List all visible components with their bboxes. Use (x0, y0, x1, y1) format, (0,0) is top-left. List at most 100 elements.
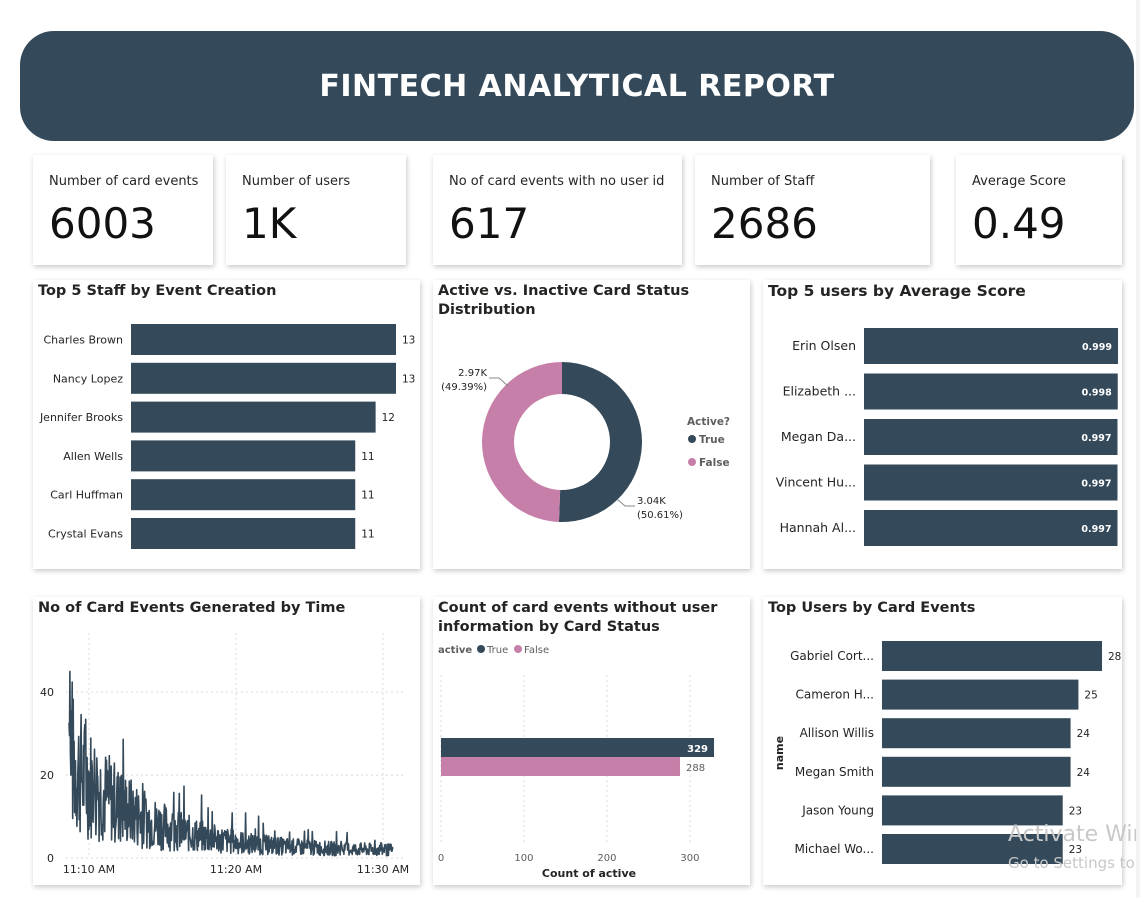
data-label-pct: (50.61%) (637, 510, 683, 521)
category-label: Nancy Lopez (53, 372, 123, 385)
data-label: 24 (1077, 728, 1091, 740)
kpi-value: 0.49 (972, 199, 1066, 248)
legend-marker (688, 435, 696, 443)
kpi-card-staff[interactable]: Number of Staff 2686 (695, 155, 930, 265)
bar (131, 401, 376, 433)
bar (882, 641, 1102, 671)
y-axis-title: name (773, 736, 786, 770)
no-user-by-status-bar-chart: active True False 0 100 200 300 329 288 Count of … (438, 645, 714, 880)
data-label: 13 (402, 335, 415, 347)
data-label: 0.997 (1081, 433, 1111, 444)
bar (131, 479, 356, 511)
bar (882, 679, 1079, 710)
data-label: 2.97K (458, 368, 487, 379)
legend-marker (688, 458, 696, 466)
category-label: Erin Olsen (792, 338, 856, 353)
kpi-value: 617 (449, 199, 530, 248)
events-by-time-line-chart: 0 20 40 11:10 AM 11:20 AM 11:30 AM (40, 633, 409, 876)
data-label: 11 (361, 490, 374, 502)
x-tick-label: 300 (680, 853, 699, 864)
x-tick-label: 11:20 AM (210, 863, 262, 876)
x-tick-label: 11:30 AM (357, 863, 409, 876)
data-label: 13 (402, 373, 415, 385)
donut-slice-true (558, 362, 643, 522)
bar-false (441, 757, 680, 776)
legend-marker (477, 645, 485, 653)
data-label: 23 (1069, 805, 1082, 817)
legend-label: False (699, 457, 730, 469)
bar (864, 373, 1118, 410)
top-users-score-bar-chart: Erin Olsen 0.999 Elizabeth ... 0.998 Megan D… (776, 328, 1118, 546)
bar (882, 756, 1071, 787)
category-label: Hannah Al... (780, 520, 856, 535)
kpi-card-users[interactable]: Number of users 1K (226, 155, 406, 265)
y-tick-label: 0 (47, 852, 54, 865)
bar (131, 362, 396, 394)
visual-top-staff[interactable]: Top 5 Staff by Event Creation Charles Br… (33, 280, 420, 569)
bar (882, 718, 1071, 749)
data-label: 0.997 (1081, 524, 1111, 535)
category-label: Megan Da... (781, 429, 856, 444)
bar (864, 328, 1118, 364)
leader-line (489, 377, 509, 387)
kpi-value: 2686 (711, 199, 818, 248)
kpi-card-no-user-id[interactable]: No of card events with no user id 617 (433, 155, 682, 265)
report-title: FINTECH ANALYTICAL REPORT (319, 68, 835, 104)
report-header: FINTECH ANALYTICAL REPORT (20, 31, 1134, 141)
visual-top-users-score[interactable]: Top 5 users by Average Score Erin Olsen 0… (763, 280, 1122, 569)
category-label: Elizabeth ... (783, 384, 856, 399)
legend-label: True (486, 645, 508, 656)
bar (864, 419, 1118, 455)
legend-title: active (438, 645, 472, 656)
bar (131, 324, 396, 355)
activate-windows-hint: Go to Settings to (1008, 854, 1135, 872)
series-line (68, 670, 394, 857)
visual-active-status[interactable]: Active vs. Inactive Card Status Distribu… (433, 280, 750, 569)
kpi-label: Number of users (242, 174, 351, 189)
kpi-label: Number of Staff (711, 174, 815, 189)
data-label: 12 (382, 412, 395, 424)
category-label: Allison Willis (800, 726, 874, 740)
kpi-label: Number of card events (49, 174, 199, 189)
category-label: Crystal Evans (48, 528, 123, 541)
visual-events-by-time[interactable]: No of Card Events Generated by Time 0 20 4… (33, 597, 420, 885)
category-label: Megan Smith (795, 765, 874, 779)
active-status-donut-chart: 3.04K (50.61%) 2.97K (49.39%) Active? True Fal… (441, 362, 730, 522)
data-label: 0.997 (1081, 479, 1111, 490)
x-axis-title: Count of active (542, 867, 636, 880)
bar-true (441, 738, 714, 757)
kpi-card-average-score[interactable]: Average Score 0.49 (956, 155, 1122, 265)
kpi-label: No of card events with no user id (449, 174, 665, 189)
visual-no-user-by-status[interactable]: Count of card events without user inform… (433, 597, 750, 885)
kpi-value: 6003 (49, 199, 156, 248)
kpi-card-card-events[interactable]: Number of card events 6003 (33, 155, 213, 265)
legend-title: Active? (687, 416, 730, 428)
top-staff-bar-chart: Charles Brown 13 Nancy Lopez 13 Jennifer Bro… (39, 324, 415, 549)
x-tick-label: 11:10 AM (63, 863, 115, 876)
category-label: Jennifer Brooks (39, 411, 123, 424)
kpi-value: 1K (242, 199, 297, 248)
kpi-label: Average Score (972, 174, 1066, 189)
bar (131, 440, 356, 472)
category-label: Charles Brown (44, 334, 124, 347)
data-label: 329 (687, 744, 708, 755)
data-label: 25 (1084, 690, 1097, 702)
bar (131, 518, 356, 549)
y-tick-label: 40 (40, 686, 54, 699)
category-label: Gabriel Cort... (790, 649, 874, 663)
category-label: Cameron H... (796, 688, 875, 702)
category-label: Allen Wells (63, 450, 123, 463)
data-label-pct: (49.39%) (441, 382, 487, 393)
data-label: 28 (1108, 651, 1121, 663)
data-label: 0.998 (1082, 388, 1112, 399)
leader-line (616, 498, 635, 507)
category-label: Jason Young (801, 803, 874, 817)
data-label: 0.999 (1082, 342, 1112, 353)
data-label: 11 (361, 529, 374, 541)
data-label: 3.04K (637, 496, 666, 507)
data-label: 288 (686, 763, 705, 774)
donut-slice-false (482, 362, 562, 522)
x-tick-label: 200 (597, 853, 616, 864)
data-label: 11 (361, 451, 374, 463)
bar (864, 510, 1118, 546)
